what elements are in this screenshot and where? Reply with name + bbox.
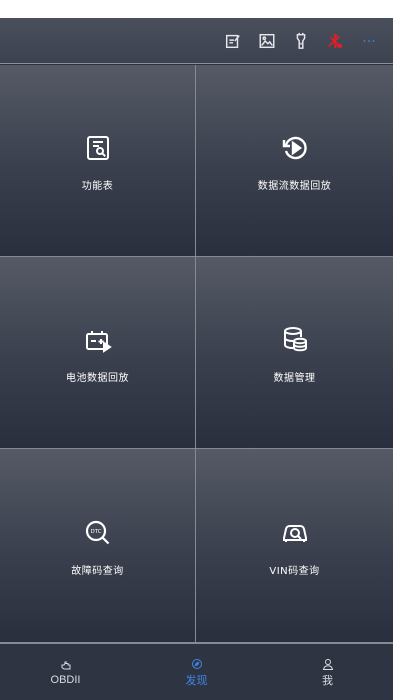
discover-icon [190,657,204,671]
image-icon[interactable] [257,31,277,51]
battery-replay-icon [83,325,113,355]
tile-data-stream-replay[interactable]: 数据流数据回放 [196,65,393,257]
tile-vin-lookup[interactable]: VIN码查询 [196,449,393,643]
database-icon [280,325,310,355]
tile-label: 故障码查询 [71,566,124,577]
tile-label: 数据管理 [273,373,316,384]
top-toolbar [0,18,393,64]
status-bar [0,0,393,18]
nav-label: 我 [322,674,333,687]
nav-label: 发现 [185,674,208,687]
function-list-icon [83,133,113,163]
replay-icon [280,133,310,163]
nav-item-me[interactable]: 我 [262,644,393,700]
tile-function-list[interactable]: 功能表 [0,65,196,257]
vin-search-icon [280,518,310,548]
tile-label: 数据流数据回放 [257,181,332,192]
tile-label: VIN码查询 [269,566,320,577]
nav-item-obdii[interactable]: OBDII [0,644,131,700]
nav-item-discover[interactable]: 发现 [131,644,262,700]
function-grid: 功能表 数据流数据回放 电池数据回放 数据管理 DTC 故障码查询 VIN码查询 [0,65,393,643]
bluetooth-off-icon[interactable] [325,31,345,51]
user-icon [321,657,335,671]
edit-note-icon[interactable] [223,31,243,51]
tile-battery-replay[interactable]: 电池数据回放 [0,257,196,449]
tile-data-management[interactable]: 数据管理 [196,257,393,449]
flashlight-icon[interactable] [291,31,311,51]
dtc-search-icon: DTC [83,518,113,548]
nav-label: OBDII [50,673,81,686]
svg-text:DTC: DTC [90,529,101,535]
tile-dtc-lookup[interactable]: DTC 故障码查询 [0,449,196,643]
tile-label: 电池数据回放 [66,373,129,384]
bottom-navigation: OBDII 发现 我 [0,643,393,700]
tile-label: 功能表 [81,181,114,192]
more-icon[interactable] [359,31,379,51]
engine-icon [59,659,73,673]
